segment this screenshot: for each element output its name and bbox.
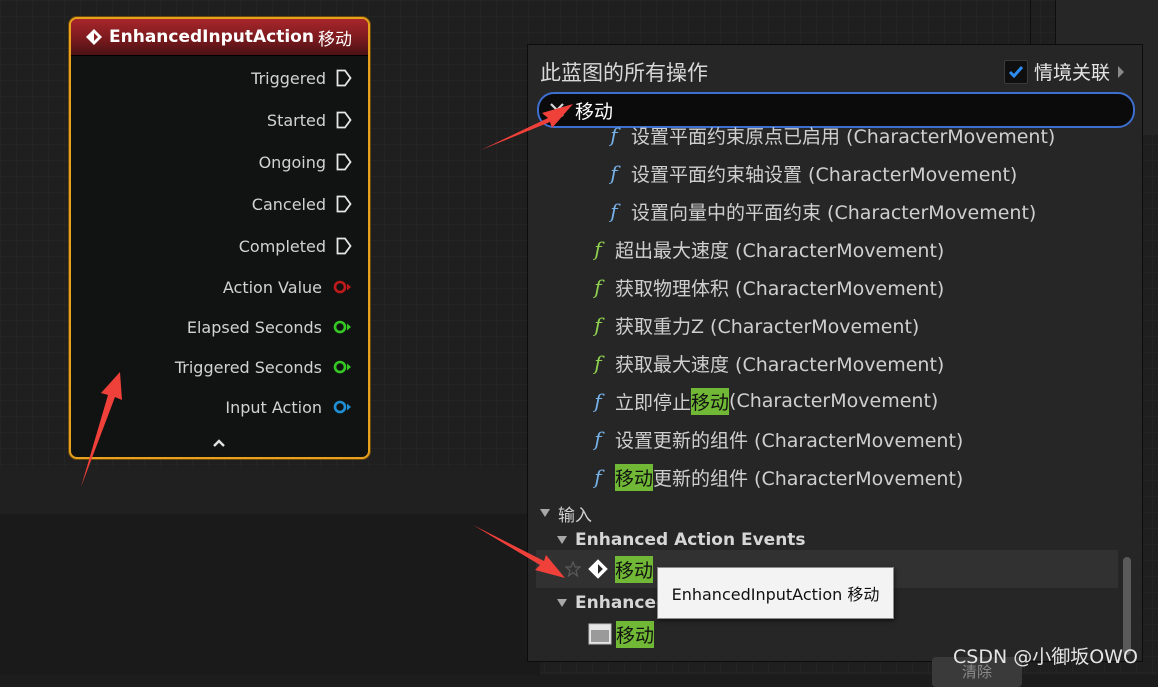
expand-triangle-icon [557, 599, 567, 607]
list-item-action[interactable]: f 立即停止 移动 (CharacterMovement) [589, 386, 938, 416]
context-label: 情境关联 [1034, 62, 1111, 84]
category-label: 输入 [558, 505, 592, 526]
data-pin-icon[interactable] [332, 360, 352, 374]
expand-triangle-icon [540, 509, 550, 517]
asset-icon [588, 623, 612, 645]
pin-canceled[interactable]: Canceled [252, 193, 352, 215]
exec-pin-icon[interactable] [336, 237, 352, 255]
function-icon: f [594, 427, 602, 451]
pin-label: Input Action [225, 397, 322, 417]
checkmark-icon [1008, 65, 1024, 78]
list-item-action[interactable]: f 超出最大速度 (CharacterMovement) [589, 234, 944, 264]
function-icon: f [594, 237, 602, 261]
tooltip: EnhancedInputAction 移动 [657, 567, 894, 619]
node-title-action-name: 移动 [317, 29, 352, 50]
function-icon: f [594, 275, 602, 299]
category-enhanced-action-events[interactable]: Enhanced Action Events [557, 528, 806, 552]
pin-started[interactable]: Started [267, 109, 352, 131]
pin-label: Ongoing [258, 152, 326, 172]
category-enhanced[interactable]: Enhanced [557, 591, 668, 615]
item-label: 获取最大速度 (CharacterMovement) [615, 353, 945, 376]
pin-label: Elapsed Seconds [186, 317, 322, 337]
function-icon: f [610, 161, 618, 185]
item-label: 更新的组件 (CharacterMovement) [653, 467, 964, 490]
star-icon[interactable] [565, 561, 581, 577]
item-label: (CharacterMovement) [729, 390, 939, 412]
pin-completed[interactable]: Completed [239, 235, 352, 257]
watermark: CSDN @小御坂OWO [953, 646, 1138, 668]
expand-triangle-icon [557, 536, 567, 544]
data-pin-icon[interactable] [332, 400, 352, 414]
item-label-highlight: 移动 [691, 387, 730, 415]
category-input[interactable]: 输入 [540, 501, 592, 526]
context-sensitive-toggle[interactable]: 情境关联 [1004, 58, 1126, 85]
pin-ongoing[interactable]: Ongoing [259, 151, 352, 173]
item-label: 超出最大速度 (CharacterMovement) [615, 239, 945, 262]
close-icon[interactable] [549, 102, 565, 118]
exec-pin-icon[interactable] [336, 153, 352, 171]
item-label-highlight: 移动 [615, 463, 654, 491]
enhanced-input-action-node[interactable]: EnhancedInputAction 移动 Triggered Started O… [69, 17, 370, 459]
search-box[interactable] [537, 92, 1135, 128]
list-item-event-move[interactable]: 移动 [565, 554, 654, 584]
node-header[interactable]: EnhancedInputAction 移动 [71, 19, 368, 56]
pin-label: Triggered [251, 68, 326, 88]
data-pin-icon[interactable] [332, 320, 352, 334]
function-icon: f [594, 465, 602, 489]
pin-label: Action Value [222, 277, 322, 297]
input-action-icon [86, 29, 102, 45]
pin-action-value[interactable]: Action Value [223, 276, 352, 298]
item-label: 设置平面约束轴设置 (CharacterMovement) [631, 163, 1018, 186]
exec-pin-icon[interactable] [336, 69, 352, 87]
input-action-icon [588, 559, 608, 579]
item-label: 设置向量中的平面约束 (CharacterMovement) [631, 201, 1037, 224]
item-label: 设置平面约束原点已启用 (CharacterMovement) [631, 125, 1056, 148]
category-label: Enhanced Action Events [575, 530, 806, 550]
item-label: 获取物理体积 (CharacterMovement) [615, 277, 945, 300]
node-title: EnhancedInputAction [109, 27, 314, 47]
item-label: 移动 [616, 620, 655, 648]
function-icon: f [594, 351, 602, 375]
pin-label: Canceled [251, 194, 326, 214]
graph-lower-band [0, 468, 540, 514]
item-label-prefix: 立即停止 [615, 391, 692, 414]
list-item-action[interactable]: f 设置向量中的平面约束 (CharacterMovement) [605, 196, 1036, 226]
pin-elapsed-seconds[interactable]: Elapsed Seconds [187, 316, 352, 338]
pin-triggered-seconds[interactable]: Triggered Seconds [175, 356, 352, 378]
list-item-action[interactable]: f 获取最大速度 (CharacterMovement) [589, 348, 944, 378]
item-label: 获取重力Z (CharacterMovement) [615, 315, 920, 338]
pin-label: Completed [238, 236, 326, 256]
graph-lower-area [0, 514, 540, 675]
list-item-action[interactable]: f 获取重力Z (CharacterMovement) [589, 310, 919, 340]
exec-pin-icon[interactable] [336, 111, 352, 129]
pin-input-action[interactable]: Input Action [225, 396, 352, 418]
function-icon: f [610, 199, 618, 223]
function-icon: f [594, 313, 602, 337]
list-item-asset-move[interactable]: 移动 [588, 619, 655, 649]
item-label: 设置更新的组件 (CharacterMovement) [615, 429, 964, 452]
list-item-action[interactable]: f 获取物理体积 (CharacterMovement) [589, 272, 944, 302]
pin-triggered[interactable]: Triggered [251, 67, 352, 89]
list-item-action[interactable]: f 移动 更新的组件 (CharacterMovement) [589, 462, 963, 492]
search-input[interactable] [573, 98, 1077, 122]
category-label: Enhanced [575, 593, 669, 613]
list-item-action[interactable]: f 设置平面约束轴设置 (CharacterMovement) [605, 158, 1017, 188]
data-pin-icon[interactable] [332, 280, 352, 294]
menu-title: 此蓝图的所有操作 [540, 61, 708, 85]
item-label: 移动 [615, 555, 654, 583]
chevron-up-icon[interactable] [211, 437, 227, 449]
context-checkbox[interactable] [1004, 59, 1028, 84]
chevron-right-icon[interactable] [1116, 65, 1126, 79]
exec-pin-icon[interactable] [336, 195, 352, 213]
function-icon: f [594, 389, 602, 413]
scrollbar-thumb[interactable] [1123, 557, 1131, 655]
function-icon: f [610, 125, 618, 147]
list-item-action[interactable]: f 设置平面约束原点已启用 (CharacterMovement) [605, 125, 1055, 150]
pin-label: Triggered Seconds [174, 357, 322, 377]
pin-label: Started [266, 110, 326, 130]
list-item-action[interactable]: f 设置更新的组件 (CharacterMovement) [589, 424, 963, 454]
